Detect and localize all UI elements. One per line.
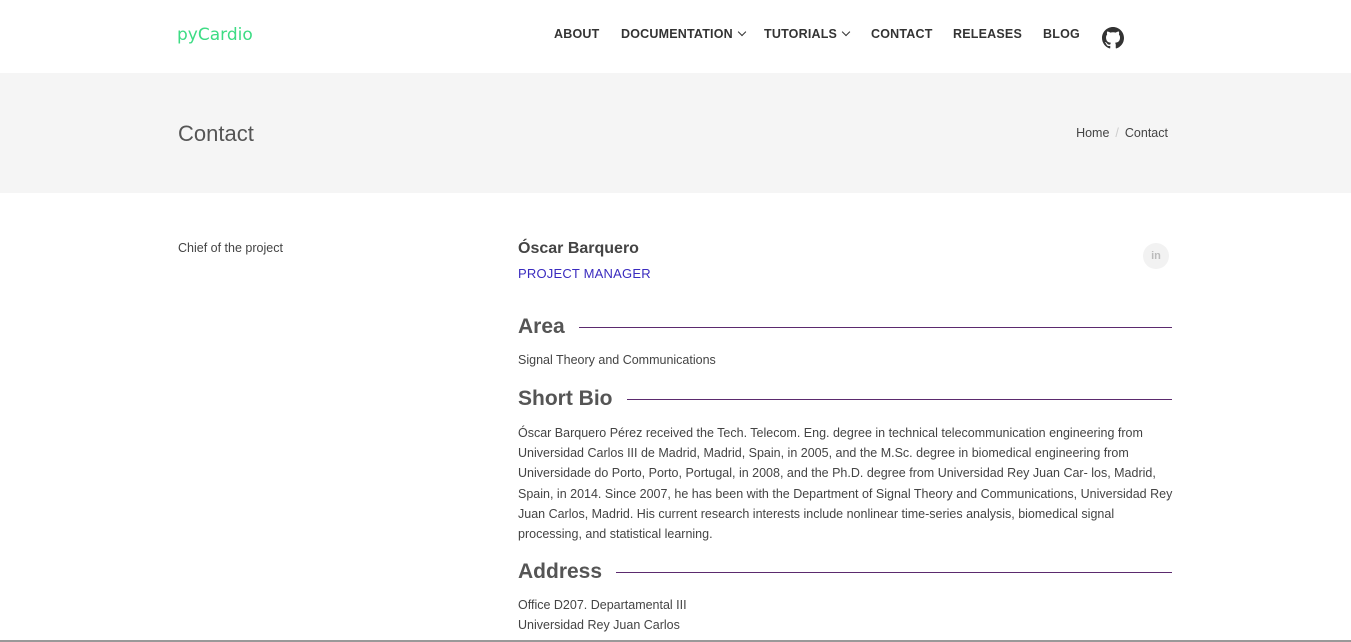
breadcrumb-home-link[interactable]: Home xyxy=(1076,126,1109,140)
nav-about-label: ABOUT xyxy=(554,27,600,41)
breadcrumb-current: Contact xyxy=(1124,126,1168,140)
github-icon[interactable] xyxy=(1102,27,1124,49)
person-name: Óscar Barquero xyxy=(518,240,639,257)
nav-blog-label: BLOG xyxy=(1043,27,1080,41)
bio-text: Óscar Barquero Pérez received the Tech. … xyxy=(518,426,1173,542)
address-section-heading: Address xyxy=(518,557,1172,587)
nav-releases-label: RELEASES xyxy=(953,27,1022,41)
site-header: pyCardio ABOUT DOCUMENTATION TUTORIALS C… xyxy=(0,0,1351,73)
breadcrumb-separator: / xyxy=(1115,126,1119,140)
chevron-down-icon xyxy=(737,27,747,37)
address-line-2: Universidad Rey Juan Carlos xyxy=(518,618,680,633)
nav-about[interactable]: ABOUT xyxy=(554,27,599,41)
linkedin-icon[interactable]: in xyxy=(1143,243,1169,269)
nav-contact-label: CONTACT xyxy=(871,27,933,41)
breadcrumb: Home / Contact xyxy=(1076,126,1168,140)
page-title: Contact xyxy=(178,121,254,146)
section-divider xyxy=(616,571,1172,573)
section-divider xyxy=(626,398,1172,400)
area-text: Signal Theory and Communications xyxy=(518,353,716,367)
site-logo[interactable]: pyCardio xyxy=(177,25,253,45)
section-divider xyxy=(578,326,1172,328)
nav-tutorials-label: TUTORIALS xyxy=(764,27,838,41)
nav-documentation-label: DOCUMENTATION xyxy=(621,27,733,41)
address-heading: Address xyxy=(518,560,603,583)
page-title-band: Contact Home / Contact xyxy=(0,73,1351,193)
person-role: PROJECT MANAGER xyxy=(518,266,651,281)
area-section-heading: Area xyxy=(518,312,1172,342)
nav-blog[interactable]: BLOG xyxy=(1043,27,1080,41)
bio-section-heading: Short Bio xyxy=(518,384,1172,414)
member-group-label: Chief of the project xyxy=(178,241,283,255)
chevron-down-icon xyxy=(841,27,851,37)
nav-tutorials[interactable]: TUTORIALS xyxy=(764,27,851,41)
address-block: Office D207. Departamental III Universid… xyxy=(518,595,1174,635)
nav-contact[interactable]: CONTACT xyxy=(871,27,933,41)
bio-heading: Short Bio xyxy=(518,387,613,410)
area-heading: Area xyxy=(518,315,565,338)
address-line-1: Office D207. Departamental III xyxy=(518,598,687,612)
nav-documentation[interactable]: DOCUMENTATION xyxy=(621,27,747,41)
nav-releases[interactable]: RELEASES xyxy=(953,27,1022,41)
